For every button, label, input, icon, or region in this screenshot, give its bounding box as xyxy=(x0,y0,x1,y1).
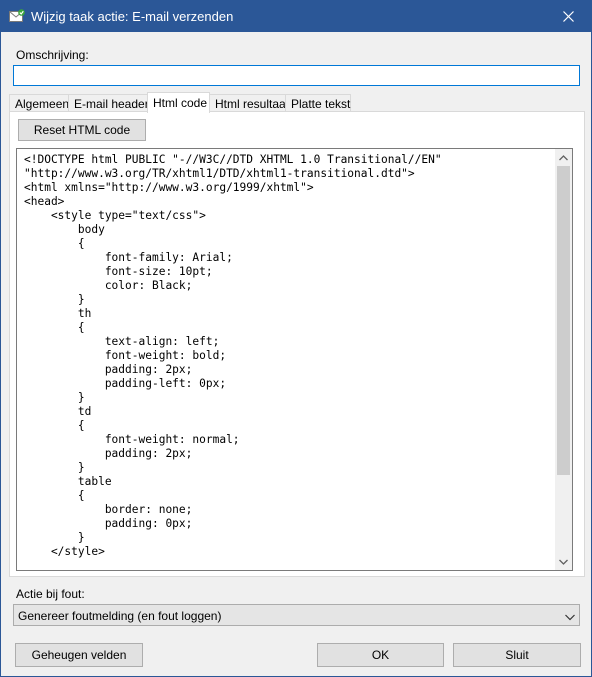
close-window-button[interactable] xyxy=(545,1,591,32)
tab-platte-tekst[interactable]: Platte tekst xyxy=(285,94,351,112)
close-icon xyxy=(562,11,574,22)
reset-html-button[interactable]: Reset HTML code xyxy=(18,119,146,141)
title-bar[interactable]: Wijzig taak actie: E-mail verzenden xyxy=(1,1,591,32)
close-button[interactable]: Sluit xyxy=(453,643,581,667)
scroll-up-button[interactable] xyxy=(555,149,572,166)
window-title: Wijzig taak actie: E-mail verzenden xyxy=(31,9,234,24)
error-action-value: Genereer foutmelding (en fout loggen) xyxy=(18,609,222,623)
ok-button[interactable]: OK xyxy=(317,643,444,667)
tab-html-resultaat[interactable]: Html resultaat xyxy=(209,94,289,112)
dialog-window: Wijzig taak actie: E-mail verzenden Omsc… xyxy=(0,0,592,677)
html-code-editor[interactable]: <!DOCTYPE html PUBLIC "-//W3C//DTD XHTML… xyxy=(16,148,573,571)
email-task-icon xyxy=(9,9,25,23)
scroll-down-button[interactable] xyxy=(555,553,572,570)
scrollbar-thumb[interactable] xyxy=(557,166,570,475)
chevron-down-icon xyxy=(565,610,575,624)
vertical-scrollbar[interactable] xyxy=(555,149,572,570)
error-action-select[interactable]: Genereer foutmelding (en fout loggen) xyxy=(13,604,580,626)
html-code-text[interactable]: <!DOCTYPE html PUBLIC "-//W3C//DTD XHTML… xyxy=(24,153,554,559)
description-field[interactable] xyxy=(13,65,580,86)
html-code-panel: Reset HTML code <!DOCTYPE html PUBLIC "-… xyxy=(9,111,585,577)
description-label: Omschrijving: xyxy=(16,48,89,62)
memory-fields-button[interactable]: Geheugen velden xyxy=(15,643,143,667)
chevron-down-icon xyxy=(559,559,568,565)
tab-algemeen[interactable]: Algemeen xyxy=(9,94,69,112)
error-action-label: Actie bij fout: xyxy=(16,587,85,601)
tab-email-headers[interactable]: E-mail headers xyxy=(68,94,155,112)
chevron-up-icon xyxy=(559,154,568,160)
tab-html-code[interactable]: Html code xyxy=(147,92,210,113)
